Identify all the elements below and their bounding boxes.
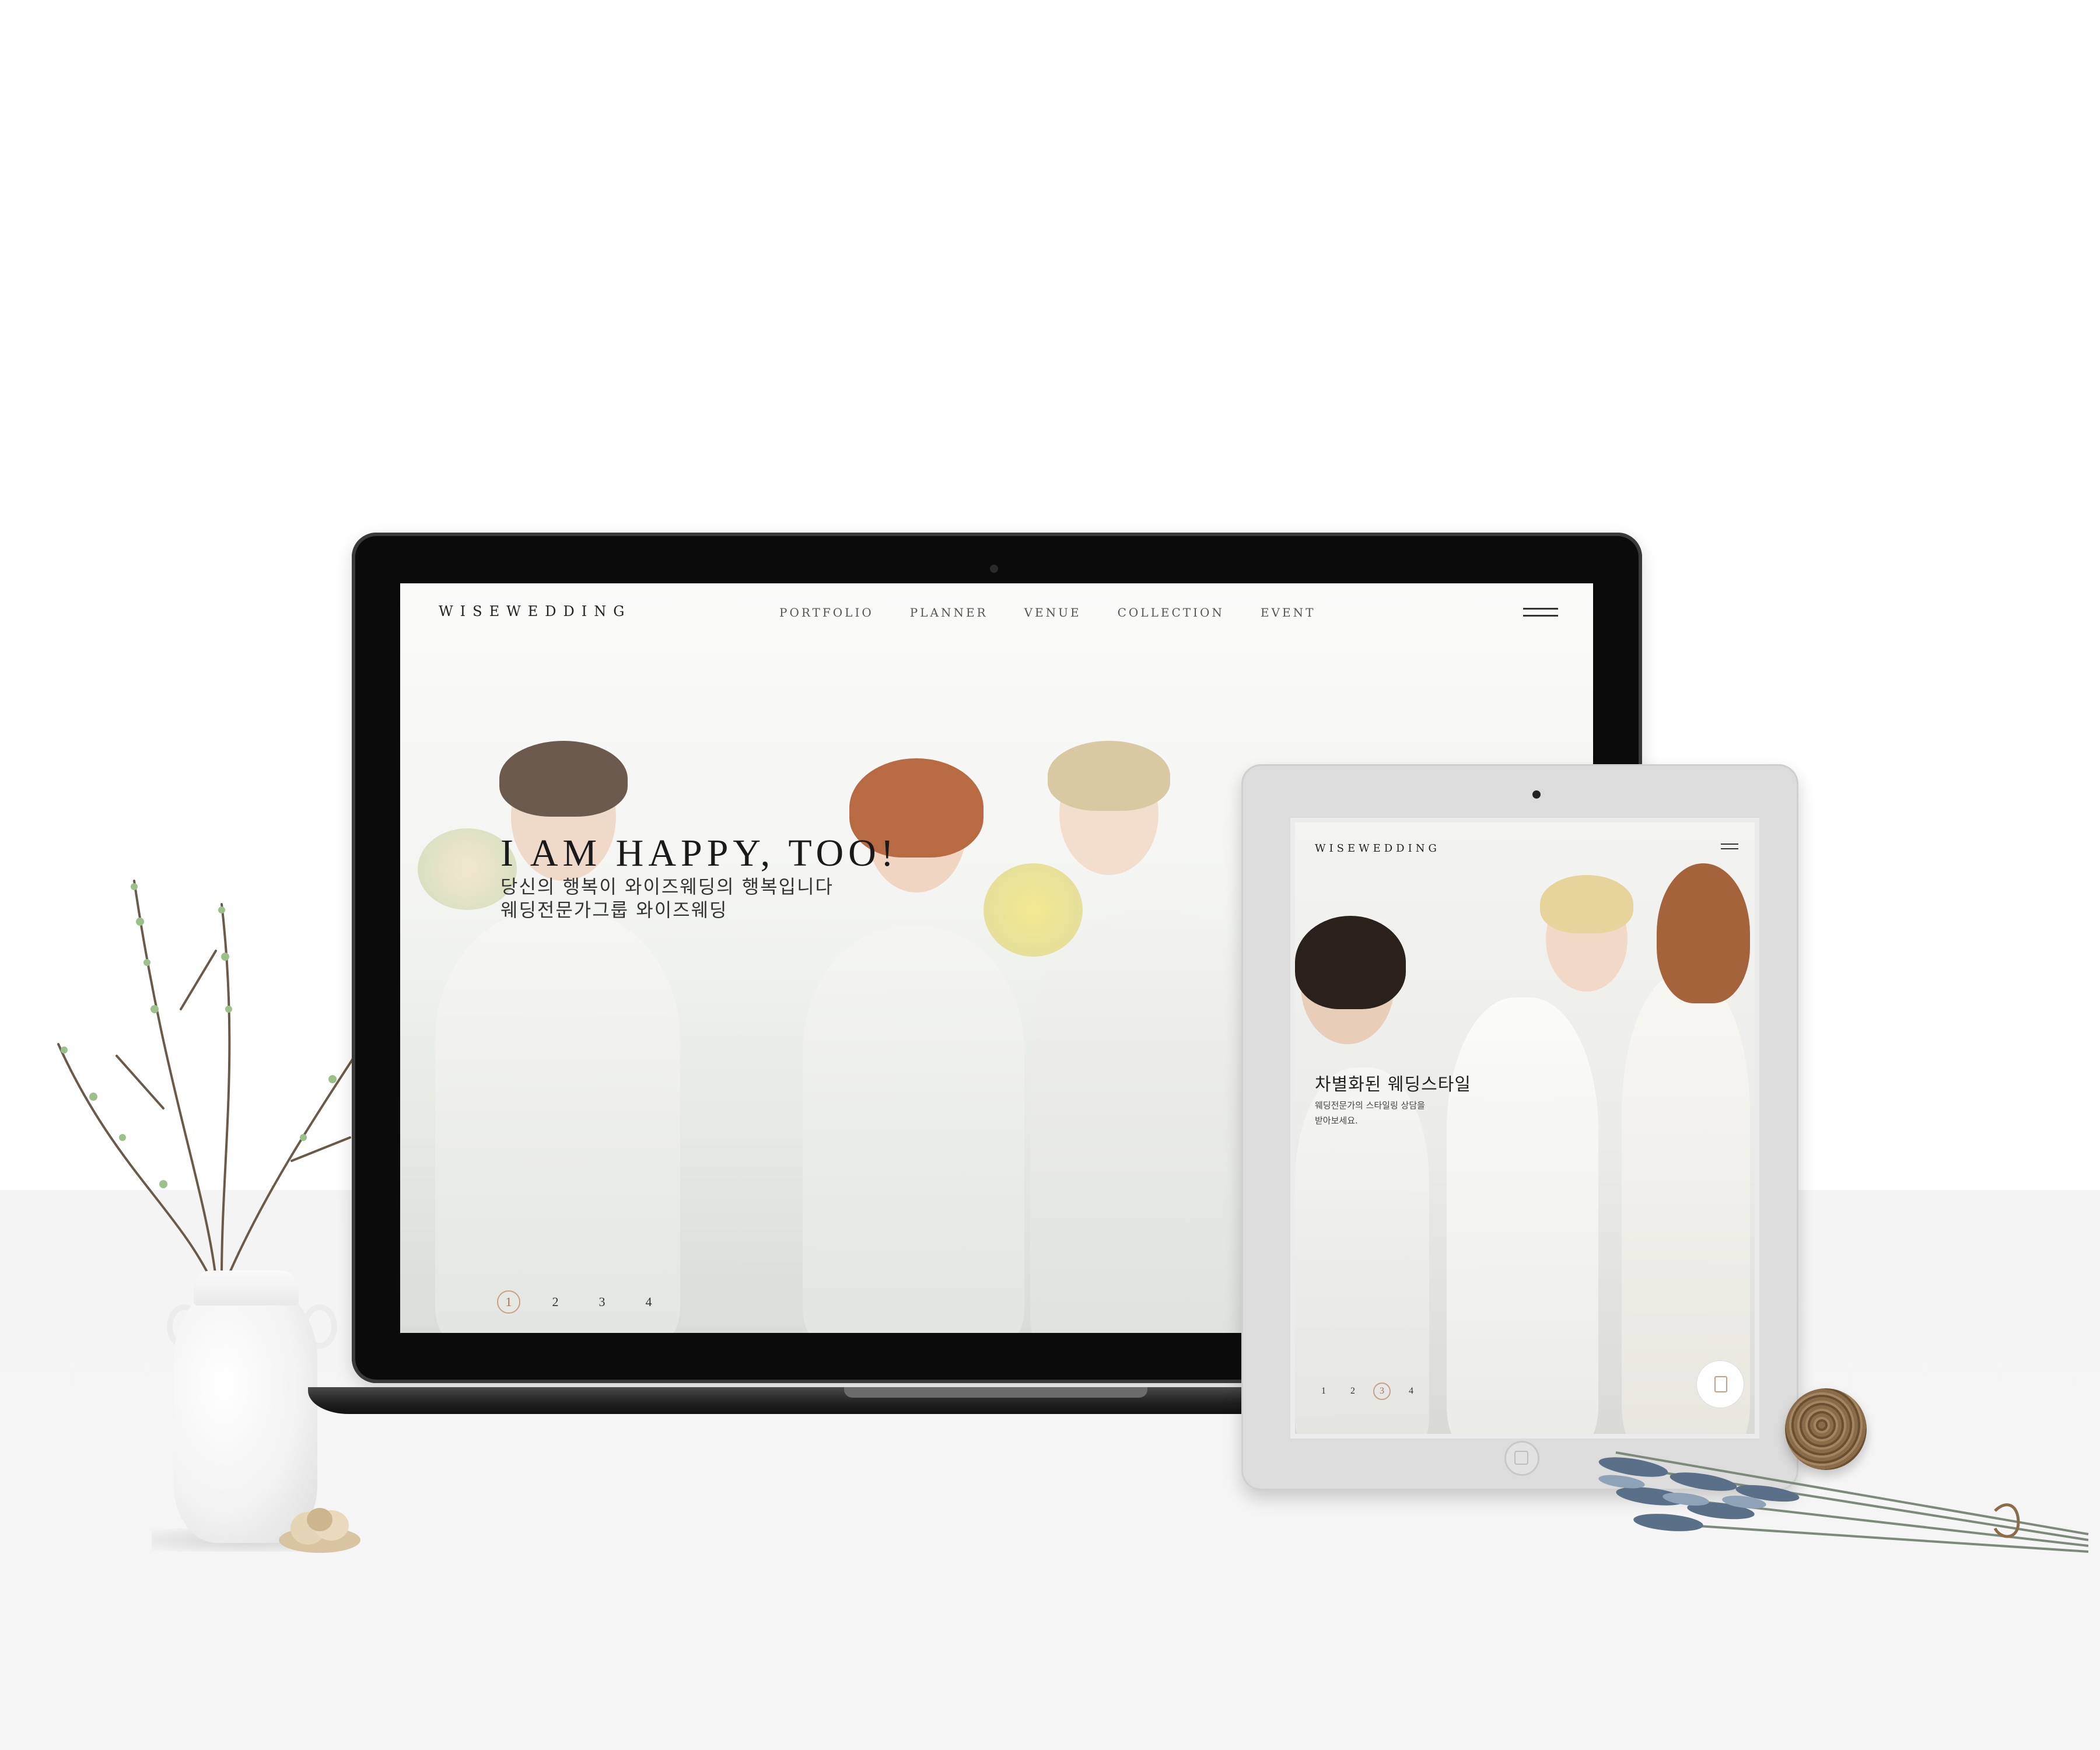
tablet-pager-item-1[interactable]: 1 bbox=[1315, 1382, 1332, 1400]
tablet-pager-item-4[interactable]: 4 bbox=[1402, 1382, 1420, 1400]
tablet-hero-subtitle: 웨딩전문가의 스타일링 상담을 받아보세요. bbox=[1315, 1098, 1425, 1128]
tablet-slide-pager: 1 2 3 4 bbox=[1315, 1382, 1420, 1400]
laptop-camera bbox=[990, 565, 998, 573]
tablet-hero-subtitle-line2: 받아보세요. bbox=[1315, 1115, 1358, 1126]
main-nav: PORTFOLIO PLANNER VENUE COLLECTION EVENT bbox=[779, 606, 1315, 620]
hero-title: I AM HAPPY, TOO! bbox=[501, 832, 898, 874]
tablet-hero-subtitle-line1: 웨딩전문가의 스타일링 상담을 bbox=[1315, 1100, 1425, 1111]
tablet-screen: WISEWEDDING 차별화된 웨딩스타일 웨딩전문가의 스타일링 상담을 받… bbox=[1290, 818, 1759, 1438]
vase-neck bbox=[194, 1270, 299, 1306]
tablet-site-logo[interactable]: WISEWEDDING bbox=[1315, 842, 1440, 855]
nav-planner[interactable]: PLANNER bbox=[910, 606, 988, 620]
lavender-bundle bbox=[1598, 1451, 2089, 1553]
nav-portfolio[interactable]: PORTFOLIO bbox=[779, 606, 874, 620]
pager-item-4[interactable]: 4 bbox=[637, 1290, 660, 1314]
hamburger-icon[interactable] bbox=[1523, 608, 1558, 618]
contact-badge-icon[interactable] bbox=[1696, 1360, 1744, 1408]
tablet-camera bbox=[1532, 790, 1541, 799]
tablet-hero-photo bbox=[1295, 822, 1755, 1434]
home-button-glyph bbox=[1514, 1451, 1528, 1465]
pager-item-3[interactable]: 3 bbox=[590, 1290, 614, 1314]
site-logo[interactable]: WISEWEDDING bbox=[439, 603, 631, 620]
tablet-hamburger-icon[interactable] bbox=[1721, 844, 1738, 850]
pager-item-2[interactable]: 2 bbox=[544, 1290, 567, 1314]
tablet-pager-item-3[interactable]: 3 bbox=[1373, 1382, 1391, 1400]
dried-flower bbox=[279, 1508, 360, 1553]
tablet-hero-title: 차별화된 웨딩스타일 bbox=[1315, 1074, 1471, 1095]
laptop-notch bbox=[844, 1387, 1147, 1398]
hero-subtitle-line2: 웨딩전문가그룹 와이즈웨딩 bbox=[501, 899, 728, 921]
nav-collection[interactable]: COLLECTION bbox=[1118, 606, 1224, 620]
hero-subtitle: 당신의 행복이 와이즈웨딩의 행복입니다 웨딩전문가그룹 와이즈웨딩 bbox=[501, 875, 834, 922]
hero-subtitle-line1: 당신의 행복이 와이즈웨딩의 행복입니다 bbox=[501, 876, 834, 898]
pager-item-1[interactable]: 1 bbox=[497, 1290, 520, 1314]
site-header: WISEWEDDING PORTFOLIO PLANNER VENUE COLL… bbox=[400, 583, 1593, 636]
nav-venue[interactable]: VENUE bbox=[1024, 606, 1082, 620]
nav-event[interactable]: EVENT bbox=[1261, 606, 1315, 620]
tablet-pager-item-2[interactable]: 2 bbox=[1344, 1382, 1362, 1400]
slide-pager: 1 2 3 4 bbox=[497, 1290, 660, 1314]
